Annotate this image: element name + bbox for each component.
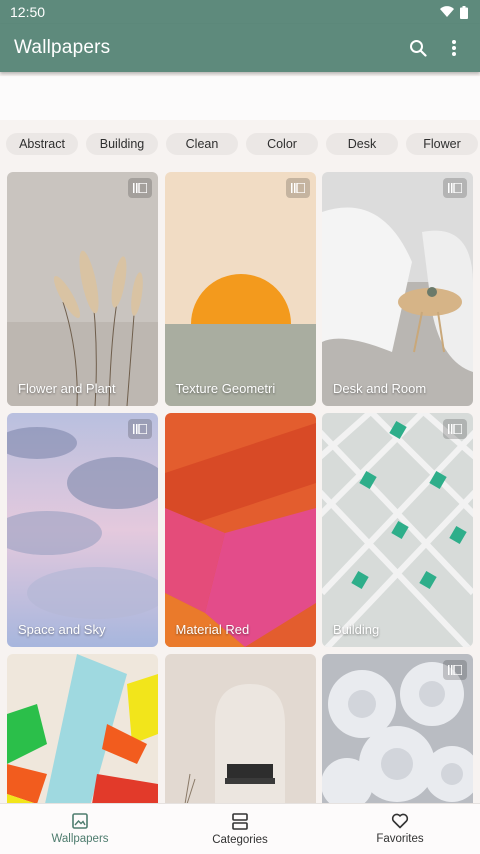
wallpaper-title: Space and Sky	[18, 622, 106, 637]
nav-label: Categories	[212, 833, 268, 846]
wallpaper-image	[7, 172, 158, 406]
wallpaper-card-flower-and-plant[interactable]: Flower and Plant	[7, 172, 158, 406]
wallpaper-image	[322, 172, 473, 406]
live-wallpaper-badge	[128, 419, 152, 439]
gallery-icon	[133, 183, 147, 193]
wallpaper-title: Flower and Plant	[18, 381, 116, 396]
wallpaper-title: Material Red	[175, 622, 250, 637]
category-chips: Abstract Building Clean Color Desk Flowe…	[0, 133, 480, 157]
more-vert-icon	[452, 40, 456, 56]
live-wallpaper-badge	[128, 178, 152, 198]
wallpaper-card-texture-geometri[interactable]: Texture Geometri	[164, 172, 316, 406]
nav-label: Wallpapers	[51, 833, 109, 845]
wallpaper-card-building[interactable]: Building	[322, 413, 473, 647]
bottom-navigation: Wallpapers Categories Favorites	[0, 803, 480, 854]
wallpaper-title: Texture Geometri	[175, 381, 276, 396]
live-wallpaper-badge	[285, 178, 310, 198]
search-button[interactable]	[400, 30, 436, 66]
gallery-icon	[448, 183, 462, 193]
chip-color[interactable]: Color	[246, 133, 318, 155]
nav-item-categories[interactable]: Categories	[160, 804, 320, 854]
wifi-icon	[440, 6, 454, 18]
banner-area	[0, 76, 480, 120]
status-bar: 12:50	[0, 0, 480, 24]
chip-flower[interactable]: Flower	[406, 133, 478, 155]
wallpaper-title: Desk and Room	[333, 381, 427, 396]
image-icon	[72, 813, 88, 829]
gallery-icon	[448, 665, 462, 675]
chip-clean[interactable]: Clean	[166, 133, 238, 155]
wallpaper-card-desk-and-room[interactable]: Desk and Room	[322, 172, 473, 406]
chip-building[interactable]: Building	[86, 133, 158, 155]
categories-icon	[232, 812, 248, 830]
gallery-icon	[290, 183, 305, 193]
app-bar: Wallpapers	[0, 24, 480, 72]
chip-abstract[interactable]: Abstract	[6, 133, 78, 155]
wallpaper-title: Building	[333, 622, 380, 637]
wallpaper-grid: Flower and Plant Texture Geometri Desk a…	[7, 172, 473, 854]
overflow-menu-button[interactable]	[436, 30, 472, 66]
nav-label: Favorites	[376, 833, 424, 845]
wallpaper-card-space-and-sky[interactable]: Space and Sky	[7, 413, 158, 647]
live-wallpaper-badge	[443, 178, 467, 198]
live-wallpaper-badge	[443, 660, 467, 680]
status-icons	[440, 5, 468, 19]
heart-icon	[391, 813, 409, 829]
battery-icon	[460, 5, 468, 19]
nav-item-favorites[interactable]: Favorites	[320, 804, 480, 854]
live-wallpaper-badge	[443, 419, 467, 439]
nav-item-wallpapers[interactable]: Wallpapers	[0, 804, 160, 854]
wallpaper-image	[164, 413, 316, 647]
wallpaper-image	[7, 413, 158, 647]
gallery-icon	[448, 424, 462, 434]
wallpaper-image	[164, 172, 316, 406]
gallery-icon	[133, 424, 147, 434]
wallpaper-image	[322, 413, 473, 647]
search-icon	[410, 40, 427, 57]
status-time: 12:50	[10, 4, 46, 20]
wallpaper-card-material-red[interactable]: Material Red	[164, 413, 316, 647]
page-title: Wallpapers	[14, 37, 111, 58]
chip-desk[interactable]: Desk	[326, 133, 398, 155]
